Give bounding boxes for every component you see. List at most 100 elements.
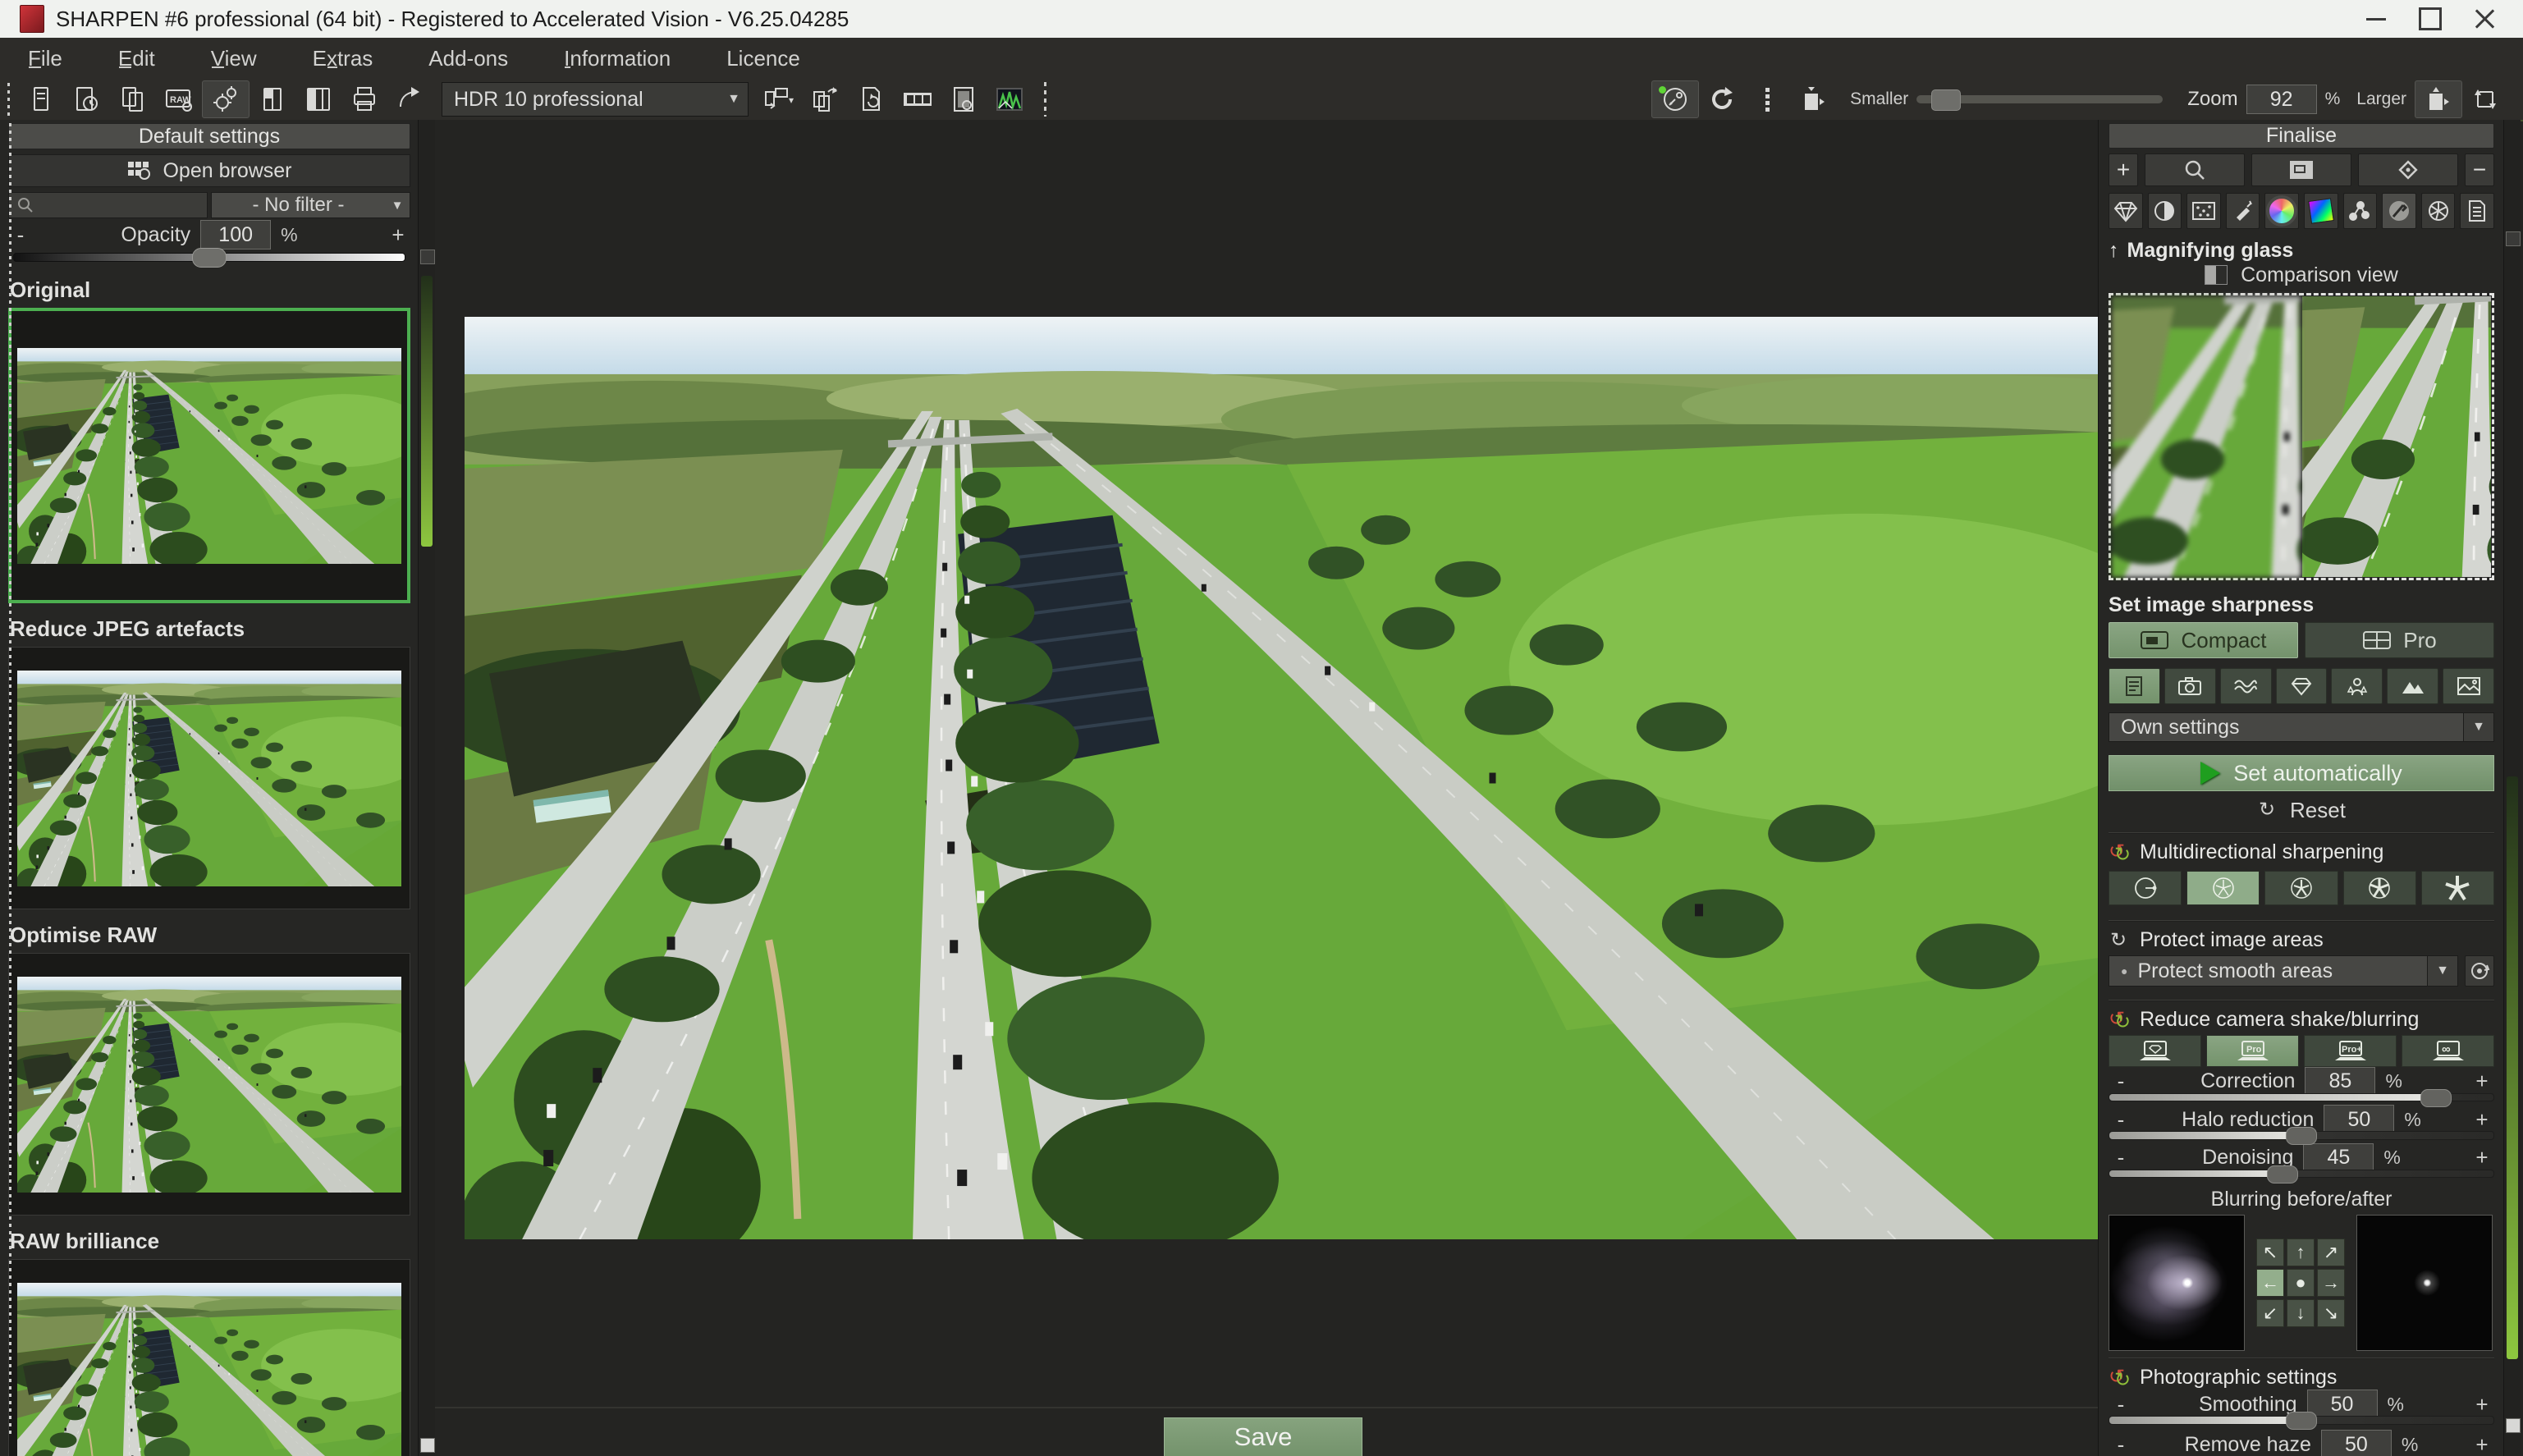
minimize-button[interactable]	[2349, 2, 2403, 35]
opacity-decrease[interactable]: -	[8, 222, 33, 248]
panel-drag-grip[interactable]	[8, 123, 11, 1436]
reset-button[interactable]: Reset	[2109, 798, 2494, 822]
zoom-slider-thumb[interactable]	[1931, 89, 1961, 111]
scrollbar-thumb[interactable]	[421, 276, 433, 547]
histogram-button[interactable]	[987, 81, 1033, 117]
denoising-slider[interactable]	[2109, 1170, 2494, 1179]
zoom-slider[interactable]	[1916, 95, 2163, 103]
opacity-value-field[interactable]: 100	[200, 220, 271, 250]
slider-increase[interactable]: +	[2470, 1145, 2494, 1170]
blur-dir-left[interactable]: ←	[2256, 1269, 2284, 1297]
scrollbar-button[interactable]	[420, 250, 435, 264]
sharpen-direction-1-button[interactable]	[2109, 871, 2182, 905]
device-sync-button[interactable]: ▾	[757, 81, 803, 117]
opacity-increase[interactable]: +	[386, 222, 410, 248]
subject-mountains-button[interactable]	[2387, 668, 2438, 704]
subject-camera-button[interactable]	[2164, 668, 2216, 704]
shake-mode-unlimited-button[interactable]: ∞	[2402, 1035, 2494, 1066]
blur-dir-down-right[interactable]: ↘	[2317, 1299, 2345, 1327]
slider-increase[interactable]: +	[2470, 1432, 2494, 1456]
toolbar-grip[interactable]	[7, 83, 10, 116]
preview-zoom-button[interactable]	[941, 81, 987, 117]
slider-decrease[interactable]: -	[2109, 1432, 2133, 1456]
zoom-100-button[interactable]	[2415, 80, 2462, 118]
zoom-value-field[interactable]: 92	[2246, 85, 2317, 114]
menu-item-file[interactable]: File	[0, 46, 90, 71]
halo-value-field[interactable]: 50	[2324, 1105, 2394, 1134]
preset-search-input[interactable]	[8, 192, 208, 218]
triple-view-button[interactable]	[295, 81, 341, 117]
subject-water-button[interactable]	[2220, 668, 2272, 704]
reset-section-icon[interactable]	[2109, 842, 2132, 863]
aperture-button[interactable]	[2421, 193, 2456, 229]
left-panel-scrollbar[interactable]	[418, 120, 435, 1456]
batch-copy-button[interactable]	[803, 81, 849, 117]
export-button[interactable]	[387, 81, 433, 117]
pen-tool-button[interactable]	[2226, 193, 2260, 229]
copy-image-button[interactable]	[110, 81, 156, 117]
colour-wheel-button[interactable]	[2264, 193, 2299, 229]
report-button[interactable]	[2460, 193, 2494, 229]
search-category-button[interactable]	[2145, 153, 2245, 186]
main-photo[interactable]	[465, 317, 2109, 1239]
menu-item-licence[interactable]: Licence	[698, 46, 828, 71]
preset-thumbnail-optimise-raw[interactable]	[8, 953, 410, 1216]
contrast-tool-button[interactable]	[2148, 193, 2182, 229]
colour-cube-button[interactable]	[2304, 193, 2338, 229]
subject-landscape-button[interactable]	[2443, 668, 2494, 704]
history-button[interactable]	[64, 81, 110, 117]
reset-section-icon[interactable]	[2109, 1367, 2132, 1389]
blur-dir-right[interactable]: →	[2317, 1269, 2345, 1297]
slider-decrease[interactable]: -	[2109, 1107, 2133, 1133]
menu-item-add-ons[interactable]: Add-ons	[401, 46, 536, 71]
set-automatically-button[interactable]: Set automatically	[2109, 755, 2494, 791]
slider-decrease[interactable]: -	[2109, 1069, 2133, 1094]
menu-item-edit[interactable]: Edit	[90, 46, 183, 71]
noise-tool-button[interactable]	[2186, 193, 2221, 229]
subject-people-button[interactable]	[2331, 668, 2383, 704]
blur-dir-up[interactable]: ↑	[2287, 1239, 2315, 1266]
open-browser-button[interactable]: Open browser	[8, 154, 410, 187]
shake-mode-pro-button[interactable]: Pro	[2206, 1035, 2299, 1066]
own-settings-dropdown[interactable]: Own settings ▼	[2109, 712, 2494, 742]
sharpen-direction-2-button[interactable]	[2186, 871, 2260, 905]
comparison-view[interactable]	[2109, 293, 2494, 580]
remove-category-button[interactable]: −	[2465, 153, 2494, 186]
node-graph-button[interactable]	[2343, 193, 2378, 229]
slider-decrease[interactable]: -	[2109, 1145, 2133, 1170]
gem-tool-button[interactable]	[2109, 193, 2143, 229]
blur-dir-up-right[interactable]: ↗	[2317, 1239, 2345, 1266]
tab-compact[interactable]: Compact	[2109, 622, 2298, 658]
subject-document-button[interactable]	[2109, 668, 2160, 704]
remove-haze-value-field[interactable]: 50	[2321, 1430, 2392, 1456]
scrollbar-thumb[interactable]	[2507, 776, 2518, 1359]
shake-mode-proplus-button[interactable]: Pro+	[2304, 1035, 2397, 1066]
slider-decrease[interactable]: -	[2109, 1392, 2133, 1417]
opacity-slider[interactable]	[13, 248, 405, 264]
magnifier-section-header[interactable]: ↑ Magnifying glass	[2109, 239, 2494, 263]
new-file-button[interactable]	[18, 81, 64, 117]
preset-thumbnail-raw-brilliance[interactable]	[8, 1259, 410, 1456]
protect-areas-dropdown[interactable]: ● Protect smooth areas ▼	[2109, 955, 2458, 987]
split-view-button[interactable]	[250, 81, 295, 117]
sharpen-direction-4-button[interactable]	[2343, 871, 2416, 905]
realtime-preview-button[interactable]	[1651, 80, 1699, 118]
menu-item-extras[interactable]: Extras	[285, 46, 401, 71]
preview-mask-button[interactable]	[2465, 955, 2494, 987]
settings-button[interactable]	[202, 80, 250, 118]
reset-section-icon[interactable]	[2109, 1010, 2132, 1031]
blur-dir-down-left[interactable]: ↙	[2256, 1299, 2284, 1327]
tab-pro[interactable]: Pro	[2305, 622, 2494, 658]
compare-strip-button[interactable]	[1745, 81, 1791, 117]
halo-slider[interactable]	[2109, 1131, 2494, 1140]
preset-thumbnail-reduce-jpeg[interactable]	[8, 647, 410, 909]
maximize-button[interactable]	[2403, 2, 2457, 35]
save-button[interactable]: Save	[1164, 1417, 1362, 1456]
scrollbar-button[interactable]	[420, 1438, 435, 1453]
sharpen-direction-3-button[interactable]	[2264, 871, 2338, 905]
slider-thumb[interactable]	[2420, 1089, 2452, 1107]
close-button[interactable]	[2457, 2, 2512, 35]
correction-value-field[interactable]: 85	[2305, 1067, 2375, 1097]
slider-increase[interactable]: +	[2470, 1107, 2494, 1133]
add-category-button[interactable]: +	[2109, 153, 2138, 186]
